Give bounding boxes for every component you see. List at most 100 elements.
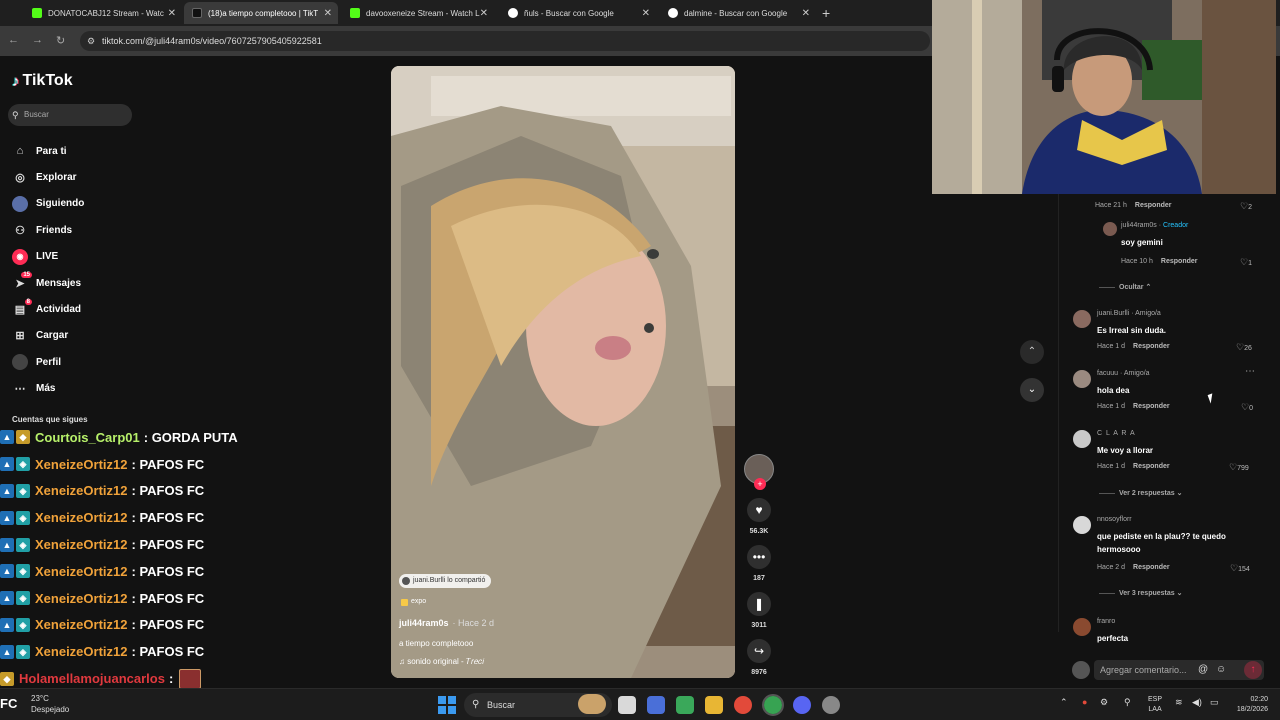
reply-button[interactable]: Responder: [1133, 564, 1170, 571]
app-icon[interactable]: [676, 696, 694, 714]
wifi-icon[interactable]: ≋: [1175, 697, 1183, 708]
close-icon[interactable]: ✕: [168, 8, 176, 19]
sidebar-item-siguiendo[interactable]: Siguiendo: [12, 191, 142, 217]
reply-button[interactable]: Responder: [1161, 258, 1198, 265]
author-name[interactable]: juli44ram0s: [399, 618, 449, 628]
task-view-icon[interactable]: [618, 696, 636, 714]
view-replies-button[interactable]: Ver 3 respuestas ⌄: [1099, 589, 1182, 597]
language-indicator[interactable]: ESP LAA: [1148, 695, 1162, 715]
comment-username[interactable]: juli44ram0s: [1121, 222, 1157, 229]
url-bar[interactable]: ⚙ tiktok.com/@juli44ram0s/video/76072579…: [80, 31, 930, 51]
share-button[interactable]: ↪ 8976: [742, 639, 776, 676]
tray-app-icon[interactable]: ⚙: [1100, 697, 1108, 708]
author-avatar[interactable]: +: [744, 454, 774, 490]
battery-icon[interactable]: ▭: [1210, 697, 1219, 708]
next-video-button[interactable]: ⌄: [1020, 378, 1044, 402]
sidebar-item-explorar[interactable]: ◎ Explorar: [12, 164, 142, 190]
comment-username[interactable]: facuuu: [1097, 370, 1118, 377]
avatar[interactable]: [1073, 618, 1091, 636]
back-icon[interactable]: ←: [8, 34, 19, 46]
reply-button[interactable]: Responder: [1133, 463, 1170, 470]
volume-icon[interactable]: ◀): [1192, 697, 1202, 708]
browser-tab[interactable]: davooxeneize Stream - Watch L ✕: [342, 2, 494, 24]
search-highlight-icon[interactable]: [578, 694, 606, 714]
chevron-up-icon[interactable]: ⌃: [1060, 697, 1068, 708]
comment-username[interactable]: juani.Burlli: [1097, 310, 1129, 317]
site-info-icon[interactable]: ⚙: [87, 31, 95, 51]
video-tag[interactable]: expo: [401, 598, 426, 606]
sidebar-item-friends[interactable]: ⚇ Friends: [12, 217, 142, 243]
comment-like[interactable]: ♡154: [1230, 563, 1250, 574]
previous-video-button[interactable]: ⌃: [1020, 340, 1044, 364]
reply-button[interactable]: Responder: [1135, 202, 1172, 209]
comment-like[interactable]: ♡0: [1241, 402, 1253, 413]
comment-user[interactable]: franro: [1097, 618, 1115, 625]
browser-tab[interactable]: ñuls - Buscar con Google ✕: [500, 2, 656, 24]
hide-replies-button[interactable]: Ocultar ⌃: [1099, 283, 1151, 291]
comment-username[interactable]: franro: [1097, 618, 1115, 625]
close-icon[interactable]: ✕: [642, 8, 650, 19]
like-button[interactable]: ♥ 56.3K: [742, 498, 776, 535]
search-input[interactable]: ⚲ Buscar: [8, 104, 132, 126]
sidebar-item-perfil[interactable]: Perfil: [12, 349, 142, 375]
comment-username[interactable]: nnosoyflorr: [1097, 516, 1132, 523]
tray-app-icon[interactable]: ●: [1082, 697, 1087, 707]
comment-more-icon[interactable]: ⋯: [1245, 366, 1255, 377]
video-author[interactable]: juli44ram0s · Hace 2 d: [399, 618, 494, 628]
avatar[interactable]: [1073, 310, 1091, 328]
close-icon[interactable]: ✕: [324, 8, 332, 19]
sidebar-item-mensajes[interactable]: ➤ 15 Mensajes: [12, 270, 142, 296]
close-icon[interactable]: ✕: [480, 8, 488, 19]
tiktok-logo[interactable]: ♪ TikTok: [12, 72, 73, 90]
sidebar-item-mas[interactable]: ⋯ Más: [12, 376, 142, 402]
comment-button[interactable]: ••• 187: [742, 545, 776, 582]
obs-icon[interactable]: [822, 696, 840, 714]
clock[interactable]: 02:20 18/2/2026: [1228, 695, 1268, 715]
sidebar-item-cargar[interactable]: ⊞ Cargar: [12, 323, 142, 349]
comment-user[interactable]: C L A R A: [1097, 430, 1136, 437]
close-icon[interactable]: ✕: [802, 8, 810, 19]
comment-like[interactable]: ♡2: [1240, 201, 1252, 212]
reply-button[interactable]: Responder: [1133, 403, 1170, 410]
file-explorer-icon[interactable]: [705, 696, 723, 714]
video-player[interactable]: juani.Burlli lo compartió expo juli44ram…: [391, 66, 735, 678]
comment-input[interactable]: Agregar comentario... @ ☺: [1094, 660, 1264, 680]
emoji-icon[interactable]: ☺: [1216, 660, 1226, 680]
avatar[interactable]: [1073, 516, 1091, 534]
follow-plus-icon[interactable]: +: [754, 478, 766, 490]
avatar[interactable]: [1073, 430, 1091, 448]
comment-user[interactable]: nnosoyflorr: [1097, 516, 1132, 523]
calculator-icon[interactable]: [647, 696, 665, 714]
forward-icon[interactable]: →: [32, 34, 43, 46]
mention-icon[interactable]: @: [1198, 660, 1208, 680]
comment-user[interactable]: juani.Burlli · Amigo/a: [1097, 310, 1161, 317]
windows-start-icon[interactable]: [438, 696, 456, 714]
shared-by-chip[interactable]: juani.Burlli lo compartió: [399, 574, 492, 588]
comment-like[interactable]: ♡26: [1236, 342, 1252, 353]
browser-tab[interactable]: DONATOCABJ12 Stream - Watc ✕: [24, 2, 182, 24]
video-sound[interactable]: ♫ sonido original - 𝑇𝑟𝑒𝑐𝑖: [399, 657, 484, 667]
new-tab-button[interactable]: +: [822, 5, 830, 21]
comment-user[interactable]: facuuu · Amigo/a: [1097, 370, 1150, 377]
chrome-icon[interactable]: [734, 696, 752, 714]
sidebar-item-actividad[interactable]: ▤ 8 Actividad: [12, 296, 142, 322]
comment-user[interactable]: juli44ram0s · Creador: [1121, 222, 1188, 229]
reload-icon[interactable]: ↻: [56, 34, 65, 47]
messages-badge: 15: [21, 272, 32, 279]
comment-like[interactable]: ♡799: [1229, 462, 1249, 473]
browser-tab-active[interactable]: (18)a tiempo completooo | TikT ✕: [184, 2, 338, 24]
comment-username[interactable]: C L A R A: [1097, 430, 1136, 437]
sidebar-item-live[interactable]: ◉ LIVE: [12, 244, 142, 270]
view-replies-button[interactable]: Ver 2 respuestas ⌄: [1099, 489, 1182, 497]
chrome-active-icon[interactable]: [762, 694, 784, 716]
avatar[interactable]: [1103, 222, 1117, 236]
save-button[interactable]: ❚ 3011: [742, 592, 776, 629]
discord-icon[interactable]: [793, 696, 811, 714]
avatar[interactable]: [1073, 370, 1091, 388]
reply-button[interactable]: Responder: [1133, 343, 1170, 350]
sidebar-item-para-ti[interactable]: ⌂ Para ti: [12, 138, 142, 164]
comment-like[interactable]: ♡1: [1240, 257, 1252, 268]
microphone-icon[interactable]: ⚲: [1124, 697, 1131, 708]
browser-tab[interactable]: dalmine - Buscar con Google ✕: [660, 2, 816, 24]
send-comment-button[interactable]: ↑: [1244, 661, 1262, 679]
